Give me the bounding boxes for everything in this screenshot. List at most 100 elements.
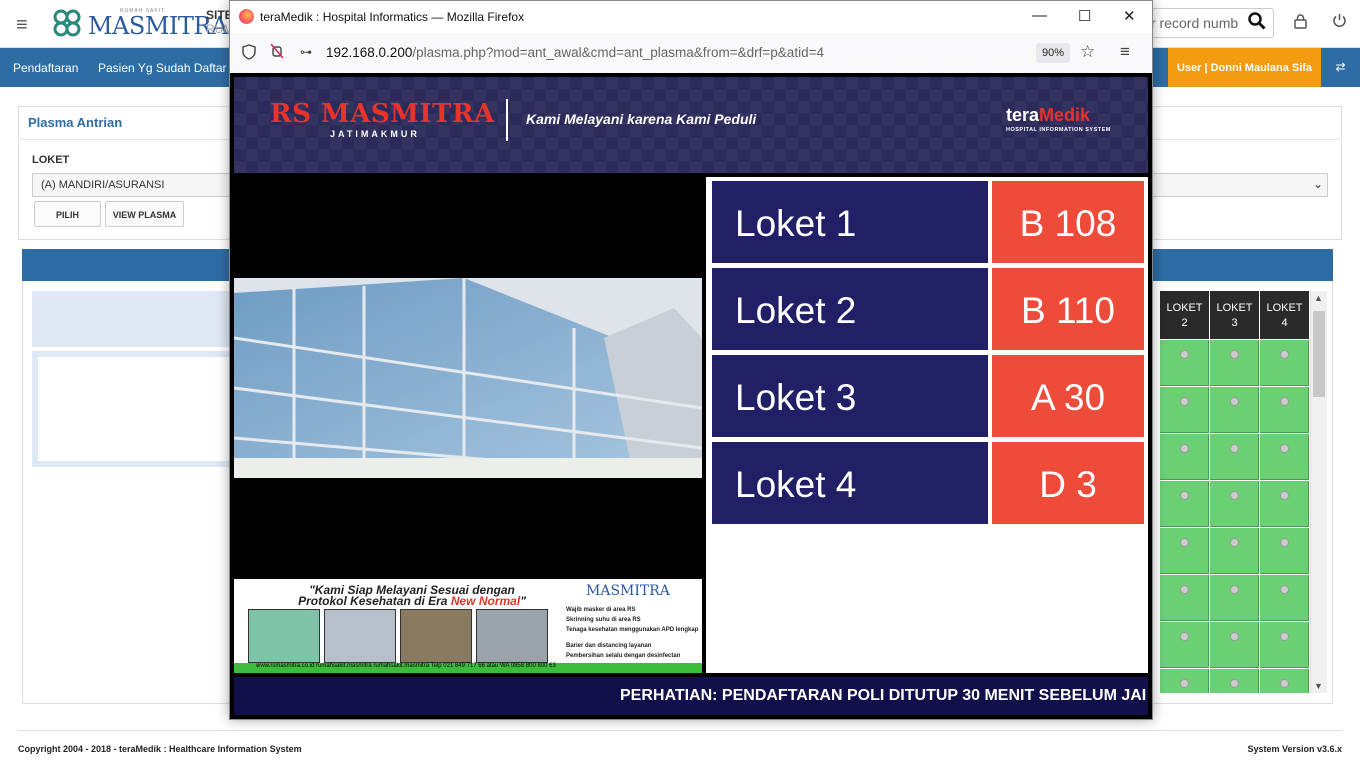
radio-icon[interactable] <box>1180 679 1189 688</box>
radio-icon[interactable] <box>1280 397 1289 406</box>
promo-photo <box>248 609 320 663</box>
zoom-indicator[interactable]: 90% <box>1036 43 1070 63</box>
radio-icon[interactable] <box>1280 585 1289 594</box>
status-cell[interactable] <box>1210 528 1259 574</box>
radio-icon[interactable] <box>1280 679 1289 688</box>
radio-icon[interactable] <box>1180 397 1189 406</box>
hamburger-menu-icon[interactable]: ≡ <box>16 14 28 37</box>
radio-icon[interactable] <box>1230 350 1239 359</box>
search-icon[interactable] <box>1248 12 1266 35</box>
status-cell[interactable] <box>1260 669 1309 693</box>
minimize-icon[interactable]: — <box>1032 7 1047 24</box>
radio-icon[interactable] <box>1230 632 1239 641</box>
status-cell[interactable] <box>1260 622 1309 668</box>
radio-icon[interactable] <box>1230 444 1239 453</box>
radio-icon[interactable] <box>1180 350 1189 359</box>
promo-title-highlight: New Normal <box>450 594 521 608</box>
bookmark-star-icon[interactable]: ☆ <box>1080 42 1095 62</box>
hamburger-menu-icon[interactable]: ≡ <box>1120 42 1130 62</box>
counter-name: Loket 1 <box>712 181 988 263</box>
radio-icon[interactable] <box>1280 350 1289 359</box>
radio-icon[interactable] <box>1280 491 1289 500</box>
promo-photo <box>400 609 472 663</box>
table-scrollbar[interactable]: ▲ ▼ <box>1310 291 1327 693</box>
close-icon[interactable]: ✕ <box>1123 7 1136 25</box>
table-header: LOKET 4 <box>1260 291 1309 339</box>
scrollbar-thumb[interactable] <box>1313 311 1325 397</box>
permissions-icon[interactable]: ⊶ <box>300 45 312 59</box>
radio-icon[interactable] <box>1280 444 1289 453</box>
status-cell[interactable] <box>1160 340 1209 386</box>
radio-icon[interactable] <box>1230 491 1239 500</box>
radio-icon[interactable] <box>1230 397 1239 406</box>
nav-item-pendaftaran[interactable]: Pendaftaran <box>13 61 78 75</box>
power-icon[interactable] <box>1332 13 1347 33</box>
status-cell[interactable] <box>1260 434 1309 480</box>
status-cell[interactable] <box>1160 528 1209 574</box>
scroll-up-icon[interactable]: ▲ <box>1314 293 1323 303</box>
status-cell[interactable] <box>1160 481 1209 527</box>
counter-row: Loket 4 D 3 <box>712 442 1144 524</box>
promo-title-end: " <box>520 594 526 608</box>
radio-icon[interactable] <box>1280 538 1289 547</box>
lock-icon[interactable] <box>1294 14 1307 33</box>
radio-icon[interactable] <box>1230 538 1239 547</box>
status-cell[interactable] <box>1210 387 1259 433</box>
radio-icon[interactable] <box>1230 585 1239 594</box>
status-cell[interactable] <box>1210 622 1259 668</box>
url-text[interactable]: 192.168.0.200/plasma.php?mod=ant_awal&cm… <box>326 45 824 60</box>
scroll-down-icon[interactable]: ▼ <box>1314 681 1323 691</box>
view-plasma-button[interactable]: VIEW PLASMA <box>105 201 184 227</box>
swap-icon[interactable]: ⇄ <box>1321 48 1360 87</box>
loket-select-value: (A) MANDIRI/ASURANSI <box>41 179 165 191</box>
status-cell[interactable] <box>1160 669 1209 693</box>
status-cell[interactable] <box>1160 434 1209 480</box>
status-cell[interactable] <box>1210 481 1259 527</box>
user-menu[interactable]: User | Donni Maulana Sifa <box>1168 48 1321 87</box>
status-cell[interactable] <box>1260 387 1309 433</box>
status-cell[interactable] <box>1160 575 1209 621</box>
radio-icon[interactable] <box>1230 679 1239 688</box>
status-cell[interactable] <box>1260 528 1309 574</box>
radio-icon[interactable] <box>1180 538 1189 547</box>
maximize-icon[interactable]: ☐ <box>1078 7 1091 25</box>
radio-icon[interactable] <box>1180 585 1189 594</box>
status-cell[interactable] <box>1160 622 1209 668</box>
version-text: System Version v3.6.x <box>1247 744 1342 754</box>
url-bar[interactable]: ⊶ 192.168.0.200/plasma.php?mod=ant_awal&… <box>230 33 1152 73</box>
status-cell[interactable] <box>1210 575 1259 621</box>
queue-inner-content <box>38 357 232 461</box>
brand-part-a: tera <box>1006 105 1040 125</box>
promo-list-item: Skrinning suhu di area RS <box>566 617 641 623</box>
table-header: LOKET 3 <box>1210 291 1259 339</box>
teramedik-logo: teraMedik <box>1006 105 1090 126</box>
status-cell[interactable] <box>1260 481 1309 527</box>
shield-icon[interactable] <box>242 44 256 63</box>
status-cell[interactable] <box>1260 575 1309 621</box>
hospital-tagline: Kami Melayani karena Kami Peduli <box>526 111 757 127</box>
counter-number: B 110 <box>992 268 1144 350</box>
radio-icon[interactable] <box>1280 632 1289 641</box>
panel-title: Plasma Antrian <box>28 115 123 130</box>
radio-icon[interactable] <box>1180 444 1189 453</box>
promo-footer: www.rsmasmitra.co.id rumahsakit.masmitra… <box>234 663 702 673</box>
promo-title: "Kami Siap Melayani Sesuai dengan Protok… <box>252 584 572 608</box>
nav-item-pasien-sudah-daftar[interactable]: Pasien Yg Sudah Daftar <box>98 61 227 75</box>
queue-inner-header <box>32 291 232 347</box>
pilih-button[interactable]: PILIH <box>34 201 101 227</box>
camera-blocked-icon[interactable] <box>270 43 284 62</box>
status-cell[interactable] <box>1210 340 1259 386</box>
status-cell[interactable] <box>1260 340 1309 386</box>
masmitra-logo[interactable]: RUMAH SAKIT MASMITRA <box>50 6 228 42</box>
radio-icon[interactable] <box>1180 491 1189 500</box>
status-cell[interactable] <box>1210 669 1259 693</box>
footer-divider <box>18 730 1342 731</box>
promo-logo: MASMITRA <box>586 583 670 599</box>
promo-list-item: Pembersihan selalu dengan desinfectan <box>566 653 681 659</box>
radio-icon[interactable] <box>1180 632 1189 641</box>
window-titlebar[interactable]: teraMedik : Hospital Informatics — Mozil… <box>230 1 1152 33</box>
copyright-text: Copyright 2004 - 2018 - teraMedik : Heal… <box>18 744 302 754</box>
status-cell[interactable] <box>1210 434 1259 480</box>
status-cell[interactable] <box>1160 387 1209 433</box>
plasma-display: RS MASMITRA JATIMAKMUR Kami Melayani kar… <box>230 73 1152 719</box>
